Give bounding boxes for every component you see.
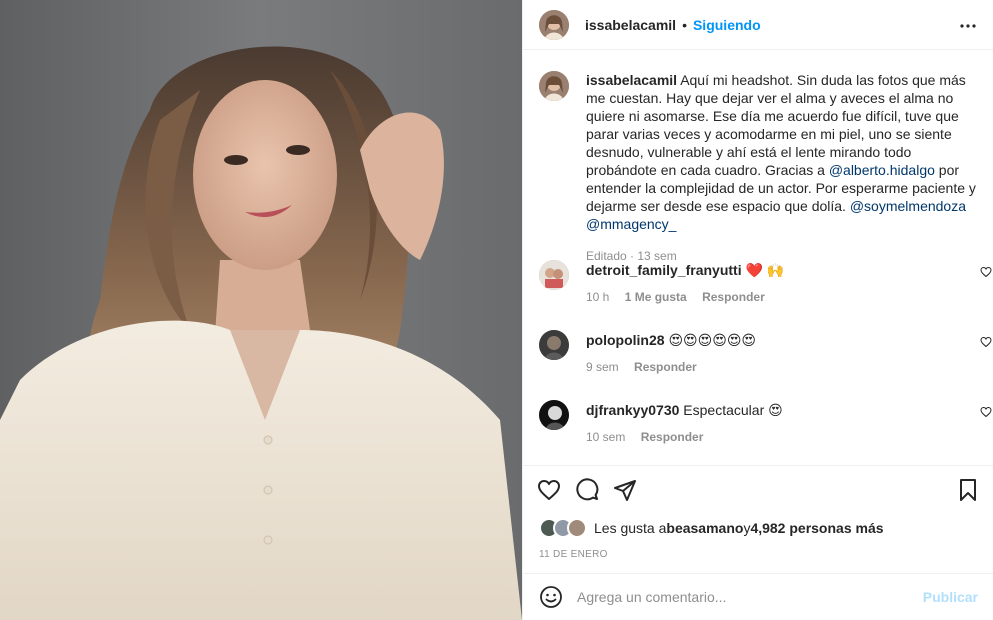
reply-button[interactable]: Responder xyxy=(702,290,765,304)
comment-item: detroit_family_franyutti ❤️ 🙌 10 h 1 Me … xyxy=(539,260,992,314)
bookmark-icon[interactable] xyxy=(956,478,980,502)
comments-section[interactable]: issabelacamil Aquí mi headshot. Sin duda… xyxy=(523,51,993,465)
reply-button[interactable]: Responder xyxy=(634,360,697,374)
share-icon[interactable] xyxy=(613,478,637,502)
publish-button[interactable]: Publicar xyxy=(923,589,978,605)
mention-link[interactable]: @soymelmendoza xyxy=(850,198,966,214)
comment-meta: 10 sem Responder xyxy=(586,430,715,444)
liker-avatar xyxy=(567,518,587,538)
post-photo[interactable] xyxy=(0,0,522,620)
comment-body: 😍😍😍😍😍😍 xyxy=(668,332,757,348)
reply-button[interactable]: Responder xyxy=(641,430,704,444)
comment-item: djfrankyy0730 Espectacular 😍 10 sem Resp… xyxy=(539,400,992,454)
caption-body: issabelacamil Aquí mi headshot. Sin duda… xyxy=(586,71,976,265)
commenter-username[interactable]: polopolin28 xyxy=(586,332,665,348)
comment-like-icon[interactable] xyxy=(980,266,992,278)
caption-username[interactable]: issabelacamil xyxy=(586,72,677,88)
post-actions: Les gusta a beasamano y 4,982 personas m… xyxy=(523,465,993,573)
more-icon[interactable] xyxy=(956,14,980,38)
author-username[interactable]: issabelacamil xyxy=(585,17,676,33)
post-side-panel: issabelacamil • Siguiendo issabelacamil … xyxy=(522,0,993,620)
heart-icon[interactable] xyxy=(537,478,561,502)
liker-username[interactable]: beasamano xyxy=(666,520,743,536)
comment-item: polopolin28 😍😍😍😍😍😍 9 sem Responder xyxy=(539,330,992,384)
comment-time: 10 h xyxy=(586,290,610,304)
mention-link[interactable]: @alberto.hidalgo xyxy=(829,162,935,178)
post-modal: issabelacamil • Siguiendo issabelacamil … xyxy=(0,0,993,620)
comment-text: djfrankyy0730 Espectacular 😍 xyxy=(586,401,783,419)
comment-text: polopolin28 😍😍😍😍😍😍 xyxy=(586,331,756,349)
action-icons xyxy=(537,478,651,502)
comment-icon[interactable] xyxy=(575,478,599,502)
commenter-username[interactable]: detroit_family_franyutti xyxy=(586,262,742,278)
comment-body: ❤️ 🙌 xyxy=(745,262,785,278)
caption-avatar[interactable] xyxy=(539,71,569,101)
comment-body: Espectacular 😍 xyxy=(683,402,783,418)
comment-meta: 9 sem Responder xyxy=(586,360,709,374)
comment-time: 9 sem xyxy=(586,360,619,374)
commenter-avatar[interactable] xyxy=(539,330,569,360)
comment-like-icon[interactable] xyxy=(980,406,992,418)
author-avatar[interactable] xyxy=(539,9,569,40)
commenter-username[interactable]: djfrankyy0730 xyxy=(586,402,679,418)
comment-meta: 10 h 1 Me gusta Responder xyxy=(586,290,777,304)
post-header: issabelacamil • Siguiendo xyxy=(523,0,993,50)
commenter-avatar[interactable] xyxy=(539,400,569,430)
separator-dot: • xyxy=(682,16,687,33)
likes-suffix: y xyxy=(743,520,751,536)
comment-like-icon[interactable] xyxy=(980,336,992,348)
liker-avatars[interactable] xyxy=(539,518,589,538)
following-button[interactable]: Siguiendo xyxy=(693,17,761,33)
commenter-avatar[interactable] xyxy=(539,260,569,290)
comment-likes[interactable]: 1 Me gusta xyxy=(625,290,687,304)
likes-summary: Les gusta a beasamano y 4,982 personas m… xyxy=(539,518,884,538)
post-date[interactable]: 11 DE ENERO xyxy=(539,549,608,560)
comment-text: detroit_family_franyutti ❤️ 🙌 xyxy=(586,261,784,279)
comment-time: 10 sem xyxy=(586,430,626,444)
add-comment-bar: Publicar xyxy=(523,573,993,620)
comment-input[interactable] xyxy=(577,589,923,605)
portrait-image xyxy=(0,0,522,620)
emoji-icon[interactable] xyxy=(539,585,563,609)
likes-count[interactable]: 4,982 personas más xyxy=(750,520,883,536)
mention-link[interactable]: @mmagency_ xyxy=(586,216,676,232)
likes-prefix: Les gusta a xyxy=(594,520,667,536)
